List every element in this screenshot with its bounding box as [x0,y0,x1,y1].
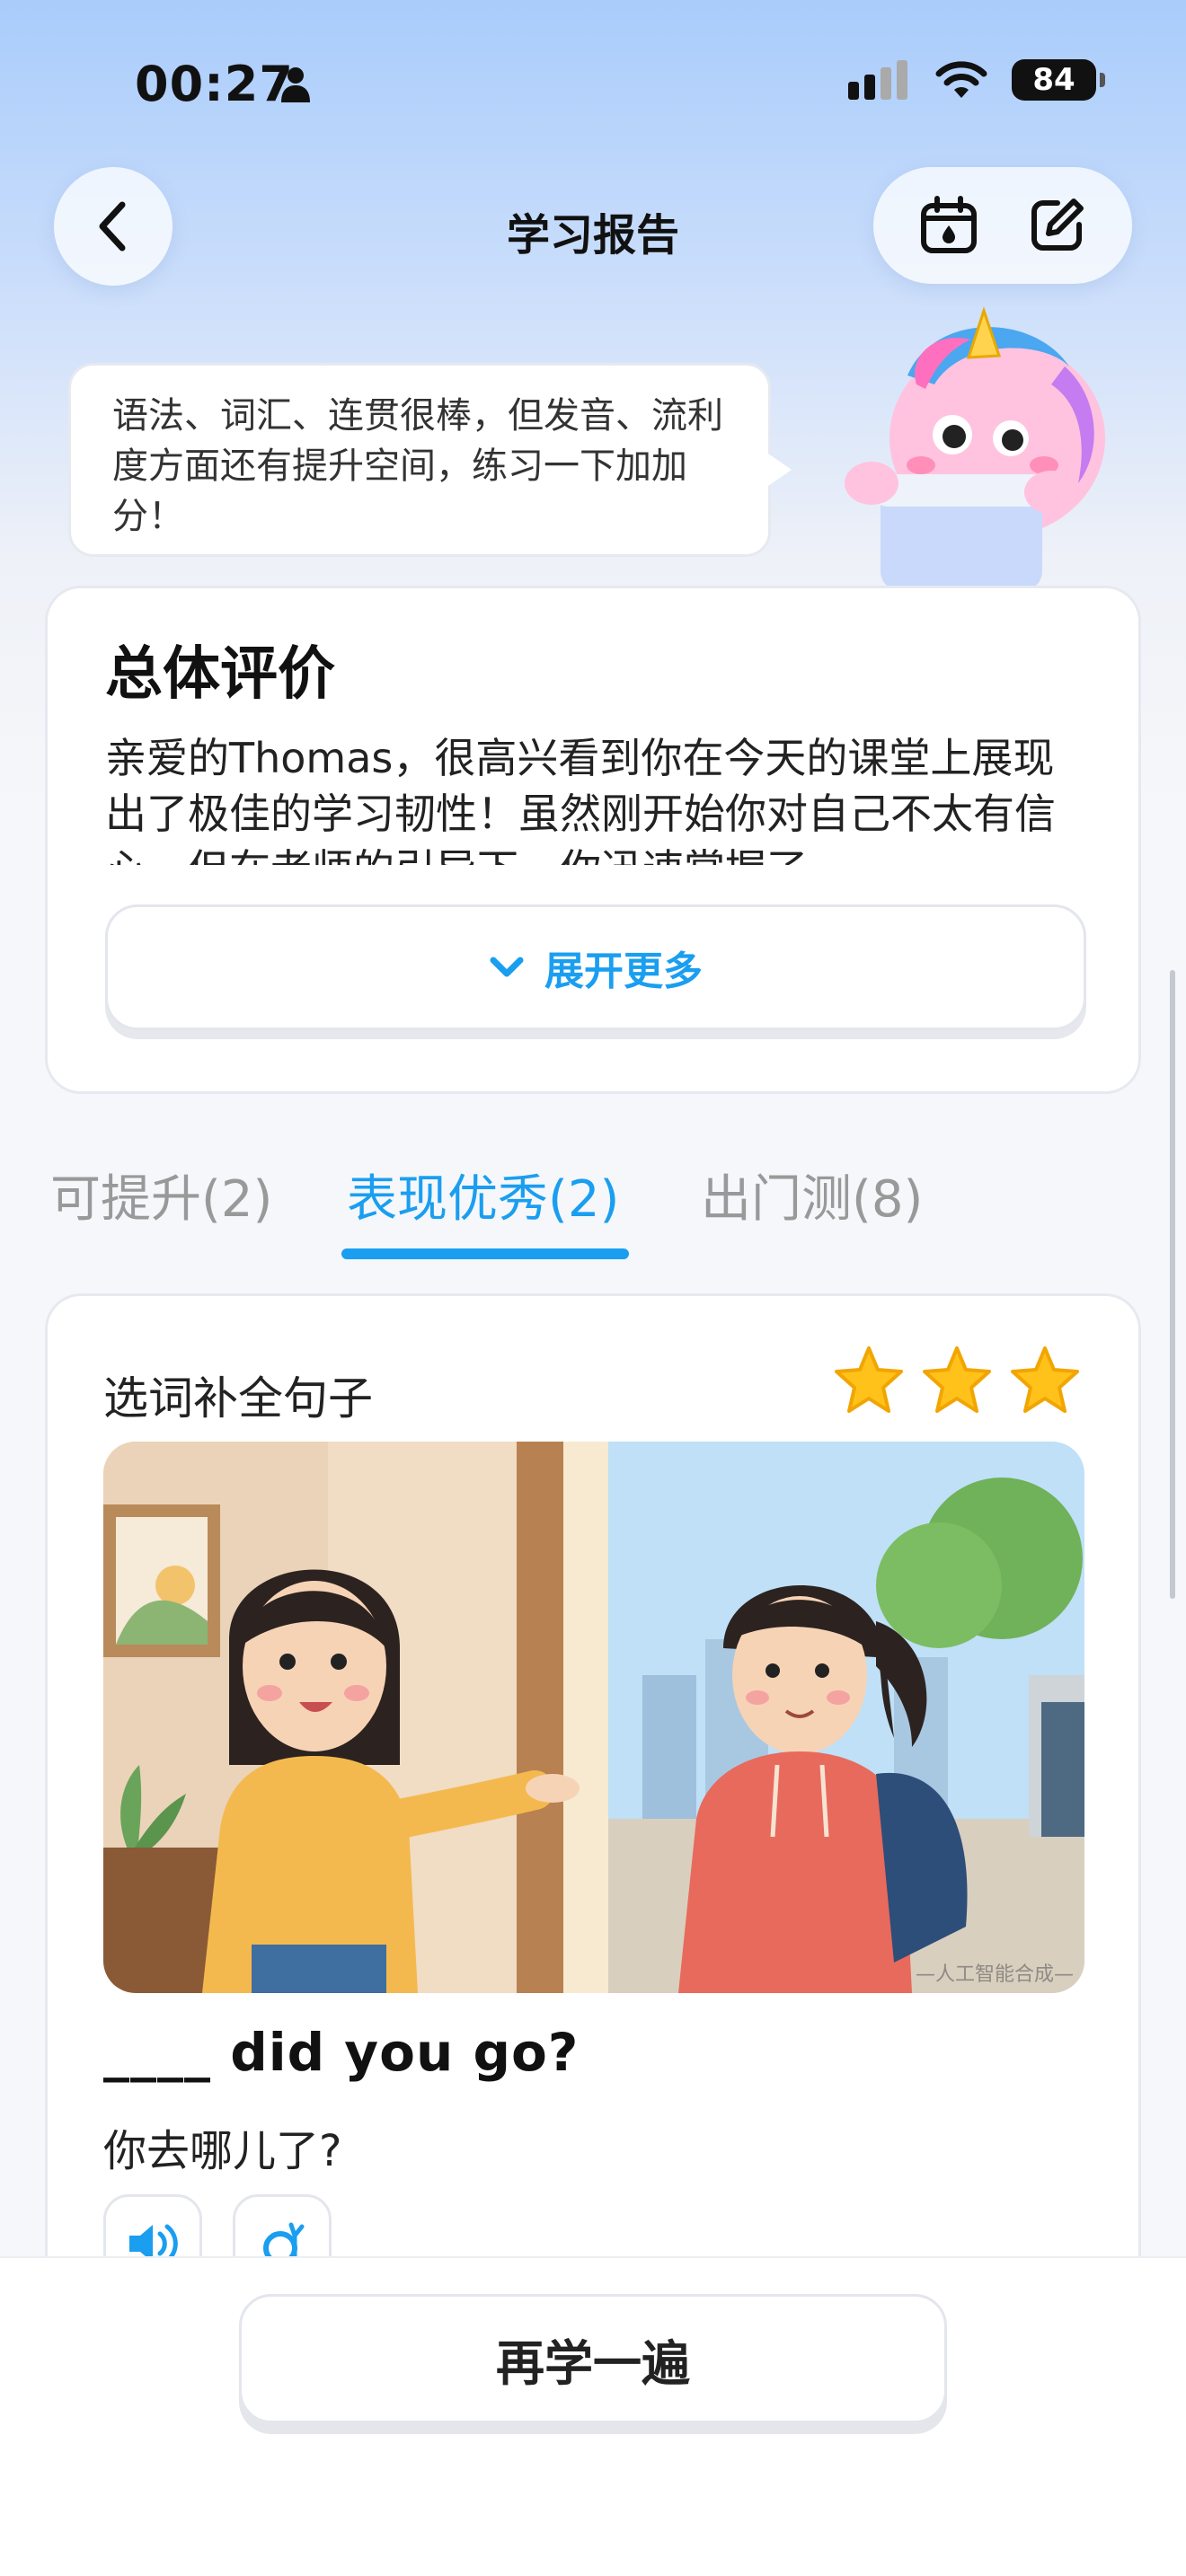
tab-improvable[interactable]: 可提升(2) [50,1159,272,1231]
edit-icon [1031,198,1084,251]
status-bar: 00:27 84 [0,0,1186,171]
tip-bubble: 语法、词汇、连贯很棒，但发音、流利度方面还有提升空间，练习一下加加分！ [68,363,792,557]
unicorn-mascot-icon [845,306,1105,591]
person-icon [281,67,310,102]
tab-excellent[interactable]: 表现优秀(2) [347,1159,619,1231]
relearn-button[interactable]: 再学一遍 [239,2294,947,2423]
overall-evaluation-card: 总体评价 亲爱的Thomas，很高兴看到你在今天的课堂上展现出了极佳的学习韧性！… [45,586,1141,1094]
question-translation: 你去哪儿了? [103,2126,342,2176]
question-card: 选词补全句子 —人工智能合成— ____ did you go? 你去哪儿了? [45,1293,1141,2371]
overall-text: 亲爱的Thomas，很高兴看到你在今天的课堂上展现出了极佳的学习韧性！虽然刚开始… [105,734,1056,865]
question-sentence: ____ did you go? [103,2022,580,2083]
active-tab-indicator [341,1248,629,1259]
ai-watermark: —人工智能合成— [916,1963,1074,1986]
edit-button[interactable] [1024,193,1089,258]
status-indicators: 84 [848,59,1105,101]
nav-actions [873,167,1132,284]
bottom-action-bar: 再学一遍 [0,2256,1186,2576]
scrollbar[interactable] [1170,970,1175,1599]
overall-title: 总体评价 [105,641,335,708]
expand-more-button[interactable]: 展开更多 [105,904,1086,1030]
chevron-down-icon [490,957,524,977]
question-illustration: —人工智能合成— [103,1442,1084,1993]
star-rating [833,1345,1081,1415]
star-icon [1011,1346,1079,1413]
question-type-label: 选词补全句子 [103,1372,373,1425]
tab-exit-test[interactable]: 出门测(8) [701,1159,923,1231]
star-icon [923,1346,991,1413]
star-icon [835,1346,903,1413]
status-time: 00:27 [135,56,294,112]
calendar-icon [921,196,977,253]
wifi-icon [935,61,987,98]
cellular-signal-icon [848,60,907,100]
overall-text-container: 亲爱的Thomas，很高兴看到你在今天的课堂上展现出了极佳的学习韧性！虽然刚开始… [105,730,1081,865]
report-tabs: 可提升(2) 表现优秀(2) 出门测(8) [0,1159,1186,1275]
expand-more-label: 展开更多 [544,948,703,994]
calendar-button[interactable] [916,193,981,258]
battery-indicator: 84 [1012,59,1105,101]
